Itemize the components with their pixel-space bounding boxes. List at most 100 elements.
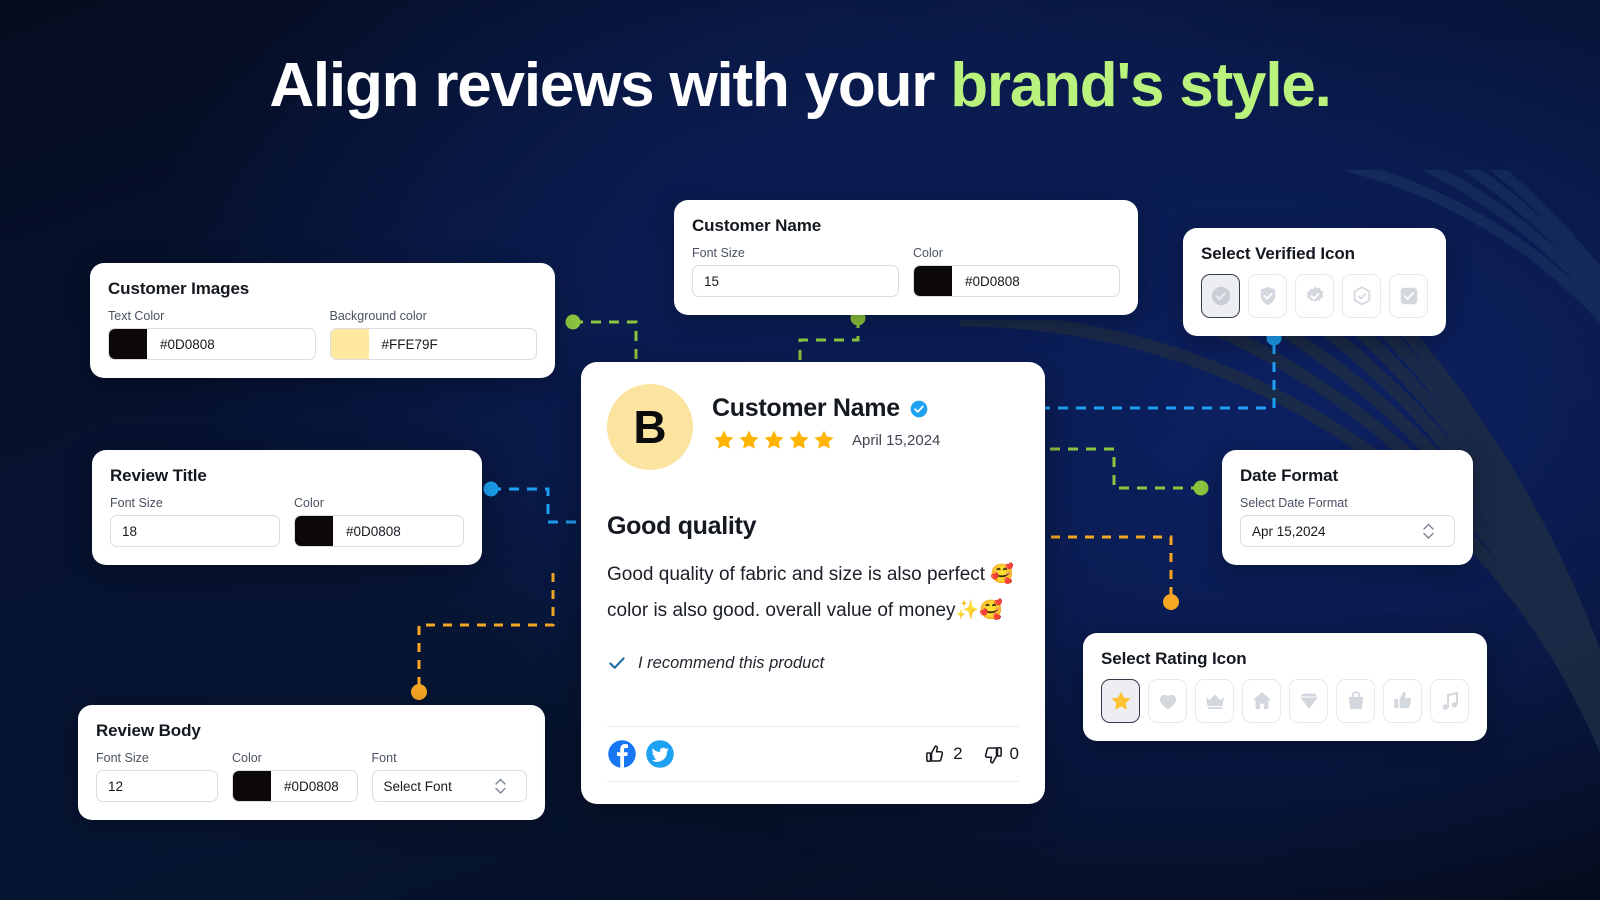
field-font-size: Font Size 12 <box>96 751 218 802</box>
avatar: B <box>607 384 693 470</box>
rating-icon-option-diamond[interactable] <box>1289 679 1328 723</box>
verified-icon-option-square-check[interactable] <box>1389 274 1428 318</box>
check-icon <box>609 657 625 670</box>
hexagon-check-icon <box>1353 286 1370 306</box>
rating-icon-option-thumbs-up[interactable] <box>1383 679 1422 723</box>
font-size-input[interactable]: 12 <box>96 770 218 802</box>
rating-stars <box>712 428 836 452</box>
date-format-select[interactable]: Apr 15,2024 <box>1240 515 1455 547</box>
field-label: Color <box>294 496 324 510</box>
panel-verified-icon: Select Verified Icon <box>1183 228 1446 336</box>
star-icon <box>764 430 784 449</box>
field-label: Background color <box>329 309 427 323</box>
recommend-row: I recommend this product <box>607 653 1019 673</box>
color-swatch[interactable] <box>295 516 333 546</box>
panel-title: Customer Name <box>692 216 822 235</box>
stepper-icon[interactable] <box>495 778 515 794</box>
chevron-down-icon <box>495 787 506 794</box>
badge-check-icon <box>1306 286 1323 303</box>
rating-icon-option-crown[interactable] <box>1195 679 1234 723</box>
star-icon <box>739 430 759 449</box>
rating-icon-option-heart[interactable] <box>1148 679 1187 723</box>
field-label: Font <box>371 751 397 765</box>
thumbs-up-icon <box>1393 692 1411 709</box>
chevron-up-icon <box>495 778 506 785</box>
field-label: Select Date Format <box>1240 496 1348 510</box>
panel-date-format: Date Format Select Date Format Apr 15,20… <box>1222 450 1473 565</box>
panel-review-title: Review Title Font Size 18 Color #0D0808 <box>92 450 482 565</box>
color-swatch[interactable] <box>232 771 271 801</box>
field-select-date-format: Select Date Format Apr 15,2024 <box>1240 496 1455 547</box>
rating-icon-option-home[interactable] <box>1242 679 1281 723</box>
color-input[interactable]: #0D0808 <box>294 515 464 547</box>
verified-icon-option-hexagon-check[interactable] <box>1342 274 1381 318</box>
home-icon <box>1252 692 1271 709</box>
font-size-input[interactable]: 18 <box>110 515 280 547</box>
panel-title: Select Verified Icon <box>1201 244 1355 263</box>
facebook-icon[interactable] <box>607 739 637 769</box>
diamond-icon <box>1299 693 1318 709</box>
field-label: Font Size <box>96 751 149 765</box>
field-label: Font Size <box>110 496 163 510</box>
color-hex-value: #FFE79F <box>381 336 438 352</box>
panel-title: Customer Images <box>108 279 250 298</box>
verified-icon-option-shield-check[interactable] <box>1248 274 1287 318</box>
panel-review-body: Review Body Font Size 12 Color #0D0808 F… <box>78 705 545 820</box>
field-font-size: Font Size 18 <box>110 496 280 547</box>
rating-icon-option-music-note[interactable] <box>1430 679 1469 723</box>
page-title-accent: brand's style. <box>950 51 1332 120</box>
thumbs-down-icon <box>984 746 1002 764</box>
heart-icon <box>1159 694 1176 710</box>
review-date: April 15,2024 <box>852 431 941 449</box>
music-note-icon <box>1442 691 1458 710</box>
review-card: B Customer Name April 15,2024 Good quali… <box>581 362 1045 804</box>
star-icon <box>789 430 809 449</box>
field-color: Color #0D0808 <box>913 246 1120 297</box>
check-circle-icon <box>1211 286 1230 306</box>
color-input-text-color[interactable]: #0D0808 <box>108 328 316 360</box>
color-input-background-color[interactable]: #FFE79F <box>329 328 537 360</box>
field-font-size: Font Size 15 <box>692 246 899 297</box>
color-hex-value: #0D0808 <box>160 336 215 352</box>
panel-customer-images: Customer Images Text Color #0D0808 Backg… <box>90 263 555 378</box>
star-icon <box>1111 691 1130 710</box>
color-hex-value: #0D0808 <box>283 778 339 794</box>
color-swatch[interactable] <box>330 329 369 359</box>
color-swatch[interactable] <box>109 329 147 359</box>
review-card-footer: 2 0 <box>607 726 1019 782</box>
color-input[interactable]: #0D0808 <box>913 265 1120 297</box>
downvote-count: 0 <box>1009 744 1019 763</box>
stepper-icon[interactable] <box>1423 523 1443 539</box>
page-title-plain: Align reviews with your <box>269 51 951 120</box>
field-color: Color #0D0808 <box>231 751 358 802</box>
page-title: Align reviews with your brand's style. <box>0 51 1600 120</box>
thumbs-up-icon <box>926 744 944 762</box>
star-icon <box>814 430 834 449</box>
panel-title: Select Rating Icon <box>1101 649 1247 668</box>
panel-title: Review Title <box>110 466 207 485</box>
square-check-icon <box>1400 287 1417 305</box>
field-label: Color <box>913 246 943 260</box>
panel-title: Date Format <box>1240 466 1339 485</box>
field-background-color: Background color #FFE79F <box>329 309 537 360</box>
color-hex-value: #0D0808 <box>965 273 1020 289</box>
rating-icon-option-star[interactable] <box>1101 679 1140 723</box>
verified-badge-icon <box>910 400 928 417</box>
verified-icon-option-badge-check[interactable] <box>1295 274 1334 318</box>
rating-icon-option-bag[interactable] <box>1336 679 1375 723</box>
downvote-control[interactable]: 0 <box>981 743 1019 766</box>
chevron-down-icon <box>1423 532 1434 539</box>
verified-icon-option-check-circle[interactable] <box>1201 274 1240 318</box>
color-input[interactable]: #0D0808 <box>231 770 358 802</box>
upvote-control[interactable]: 2 <box>924 743 963 766</box>
font-size-input[interactable]: 15 <box>692 265 899 297</box>
field-label: Text Color <box>108 309 165 323</box>
field-text-color: Text Color #0D0808 <box>108 309 316 360</box>
chevron-up-icon <box>1423 523 1434 530</box>
font-select[interactable]: Select Font <box>371 770 527 802</box>
color-swatch[interactable] <box>914 266 952 296</box>
screenshot-root: Align reviews with your brand's style. C… <box>0 0 1600 900</box>
field-font: Font Select Font <box>371 751 527 802</box>
reviewer-name: Customer Name <box>712 394 900 422</box>
twitter-icon[interactable] <box>645 739 675 769</box>
